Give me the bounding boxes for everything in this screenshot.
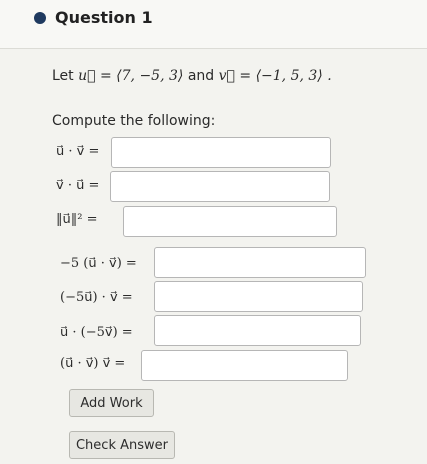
expr-minus5u-dot-v: (−5u⃗) · v⃗ = — [60, 290, 133, 305]
expr-norm-u-squared: ‖u⃗‖² = — [56, 212, 98, 227]
u-vector-symbol: u⃗ = — [78, 68, 117, 84]
expr-u-dot-v: u⃗ · v⃗ = — [56, 144, 100, 159]
answer-input-u-dot-minus5v[interactable] — [154, 315, 361, 346]
expr-u-dot-minus5v: u⃗ · (−5v⃗) = — [60, 325, 133, 340]
v-vector-symbol: v⃗ = — [218, 68, 256, 84]
problem-statement: Let u⃗ = ⟨7, −5, 3⟩ and v⃗ = ⟨−1, 5, 3⟩ … — [52, 68, 332, 84]
answer-input-u-dot-v[interactable] — [111, 137, 331, 168]
answer-input-v-dot-u[interactable] — [110, 171, 330, 202]
add-work-button[interactable]: Add Work — [69, 389, 154, 417]
question-status-icon — [34, 12, 46, 24]
expr-minus5-u-dot-v: −5 (u⃗ · v⃗) = — [60, 256, 137, 271]
instructions: Compute the following: — [52, 113, 216, 129]
and-label: and — [187, 68, 215, 84]
expr-u-dot-v-times-v: (u⃗ · v⃗) v⃗ = — [60, 356, 126, 371]
v-vector-value: ⟨−1, 5, 3⟩ — [255, 68, 323, 84]
question-header: Question 1 — [0, 0, 427, 49]
answer-input-norm-u-squared[interactable] — [123, 206, 337, 237]
check-answer-button[interactable]: Check Answer — [69, 431, 175, 459]
answer-input-u-dot-v-times-v[interactable] — [141, 350, 348, 381]
answer-input-minus5-u-dot-v[interactable] — [154, 247, 366, 278]
answer-input-minus5u-dot-v[interactable] — [154, 281, 363, 312]
u-vector-value: ⟨7, −5, 3⟩ — [116, 68, 184, 84]
expr-v-dot-u: v⃗ · u⃗ = — [56, 178, 100, 193]
let-label: Let — [52, 68, 74, 84]
question-title: Question 1 — [55, 8, 153, 27]
